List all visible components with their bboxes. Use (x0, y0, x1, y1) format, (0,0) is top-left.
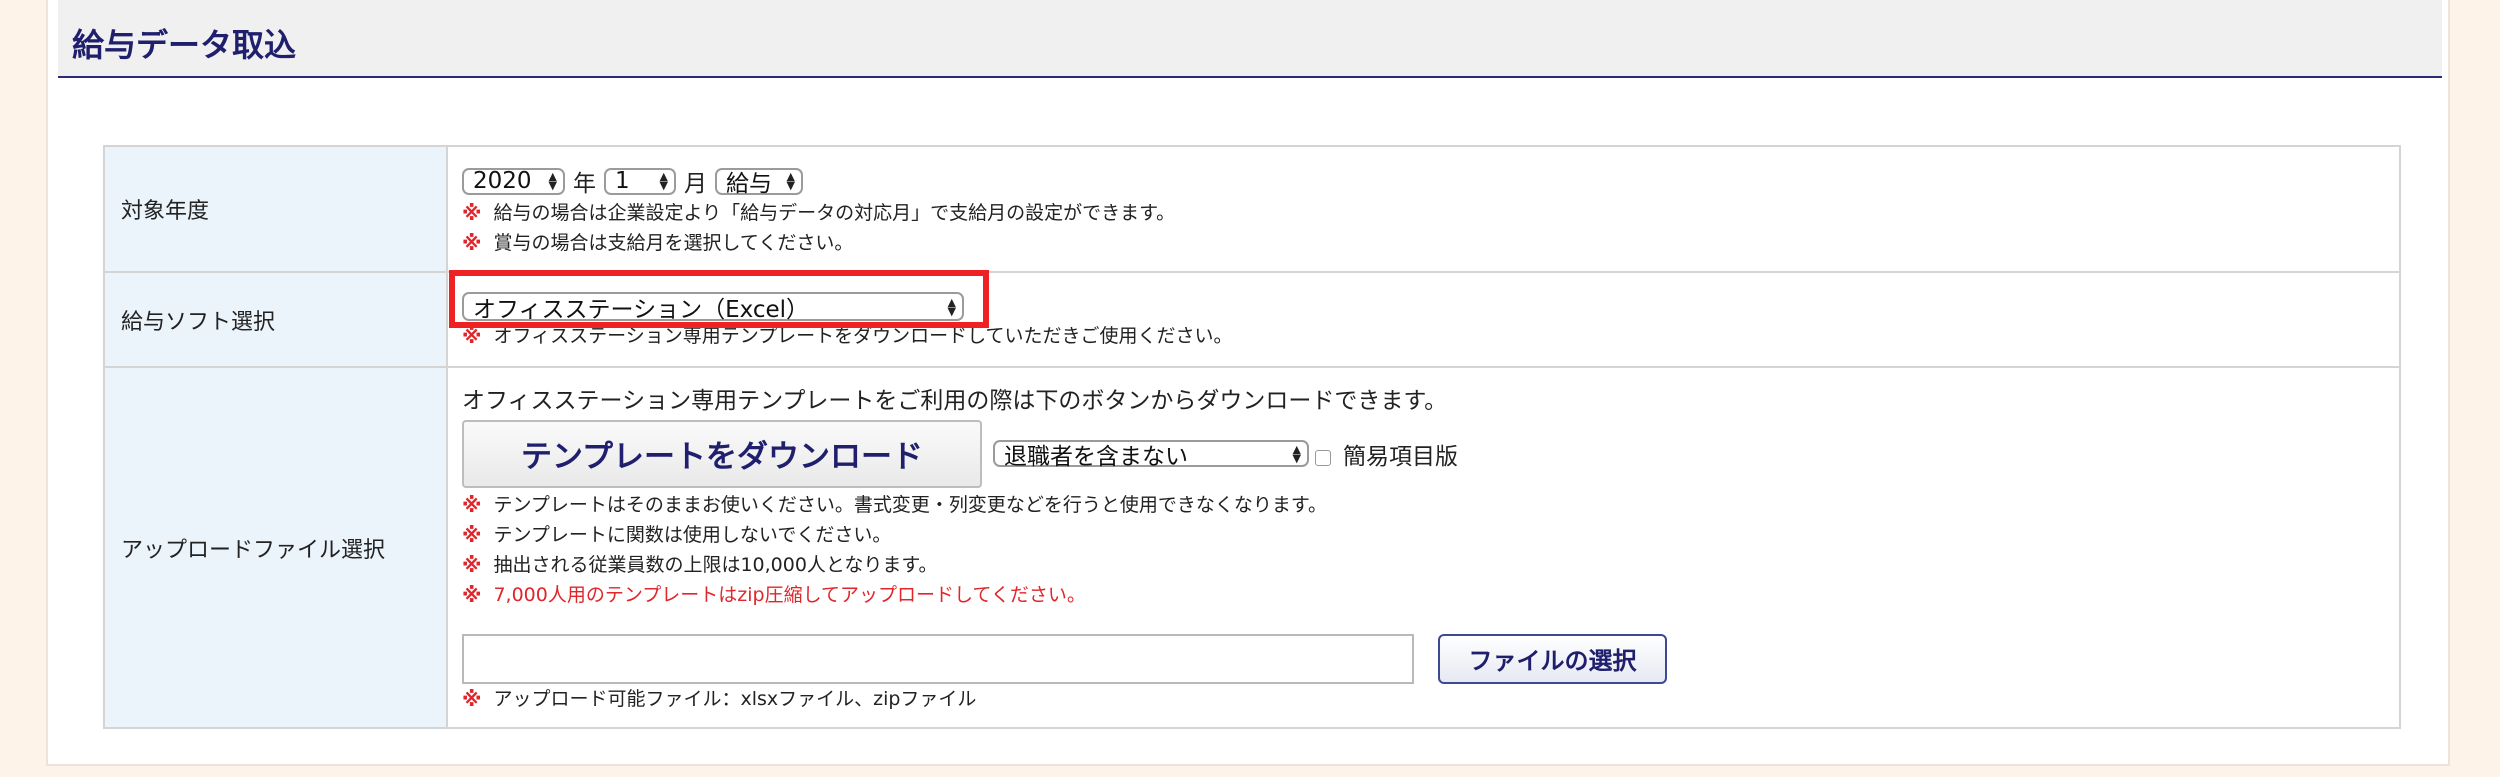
select-arrows-icon: ▲ ▼ (659, 170, 668, 192)
note-mark-icon: ※ (462, 492, 482, 517)
year-select[interactable]: 2020 ▲ ▼ (462, 167, 565, 195)
software-label: 給与ソフト選択 (103, 271, 448, 368)
page-title: 給与データ取込 (72, 26, 297, 64)
note-line: ※ テンプレートに関数は使用しないでください。 (462, 520, 2385, 550)
simple-version-label: 簡易項目版 (1343, 443, 1458, 470)
month-select[interactable]: 1 ▲ ▼ (604, 167, 676, 195)
upload-content: オフィスステーション専用テンプレートをご利用の際は下のボタンからダウンロードでき… (446, 366, 2401, 729)
note-line: ※ テンプレートはそのままお使いください。書式変更・列変更などを行うと使用できな… (462, 490, 2385, 520)
upload-label: アップロードファイル選択 (103, 366, 448, 729)
year-unit: 年 (573, 171, 596, 197)
highlight-box (449, 270, 989, 328)
target-year-content: 2020 ▲ ▼ 年 1 ▲ ▼ 月 給与 ▲ ▼ ※ 給与の場合は企業設定より… (446, 145, 2401, 273)
select-arrows-icon: ▲ ▼ (786, 170, 795, 192)
warning-line: ※ 7,000人用のテンプレートはzip圧縮してアップロードしてください。 (462, 580, 2385, 610)
upload-intro: オフィスステーション専用テンプレートをご利用の際は下のボタンからダウンロードでき… (462, 387, 1448, 414)
page-header: 給与データ取込 (58, 0, 2442, 78)
target-year-label: 対象年度 (103, 145, 448, 273)
note-line: ※ 給与の場合は企業設定より「給与データの対応月」で支給月の設定ができます。 (462, 198, 2385, 228)
note-line: ※ アップロード可能ファイル：xlsxファイル、zipファイル (462, 684, 2385, 714)
download-template-button[interactable]: テンプレートをダウンロード (462, 419, 982, 488)
retired-select[interactable]: 退職者を含まない ▲ ▼ (993, 440, 1309, 470)
note-mark-icon: ※ (462, 686, 482, 711)
note-line: ※ 抽出される従業員数の上限は10,000人となります。 (462, 550, 2385, 580)
note-mark-icon: ※ (462, 231, 482, 255)
note-mark-icon: ※ (462, 582, 482, 607)
note-mark-icon: ※ (462, 201, 482, 225)
import-form-table: 対象年度 2020 ▲ ▼ 年 1 ▲ ▼ 月 給与 ▲ ▼ ※ 給与の場合は企… (103, 145, 2401, 729)
month-unit: 月 (684, 171, 707, 197)
file-path-field[interactable] (462, 633, 1414, 684)
simple-version-checkbox[interactable] (1315, 449, 1331, 466)
note-mark-icon: ※ (462, 522, 482, 547)
note-mark-icon: ※ (462, 552, 482, 577)
note-line: ※ 賞与の場合は支給月を選択してください。 (462, 228, 2385, 258)
choose-file-button[interactable]: ファイルの選択 (1438, 633, 1667, 684)
main-panel: 給与データ取込 対象年度 2020 ▲ ▼ 年 1 ▲ ▼ 月 給与 ▲ ▼ ※… (46, 0, 2450, 766)
pay-type-select[interactable]: 給与 ▲ ▼ (715, 167, 803, 197)
select-arrows-icon: ▲ ▼ (548, 170, 557, 192)
select-arrows-icon: ▲ ▼ (1292, 442, 1301, 465)
